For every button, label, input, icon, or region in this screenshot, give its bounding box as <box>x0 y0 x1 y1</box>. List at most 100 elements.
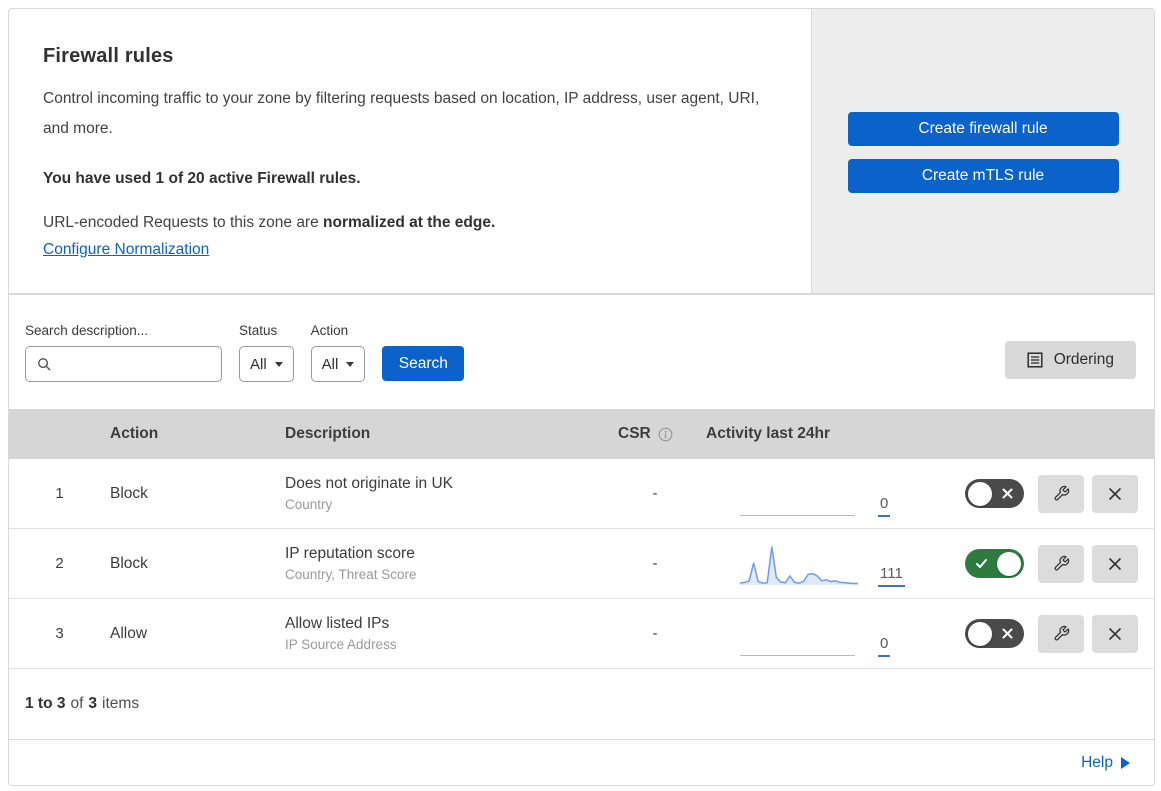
activity-sparkline <box>740 471 858 517</box>
configure-normalization-link[interactable]: Configure Normalization <box>43 241 209 259</box>
csr-header-label: CSR <box>618 425 651 442</box>
rule-activity-cell: 111 <box>700 541 930 587</box>
ordering-button[interactable]: Ordering <box>1004 341 1136 379</box>
rule-fields: Country <box>285 497 333 512</box>
status-filter-group: Status All <box>239 323 294 382</box>
activity-count-link[interactable]: 0 <box>878 496 891 517</box>
search-button[interactable]: Search <box>382 346 465 381</box>
rule-csr-value: - <box>652 555 658 572</box>
info-icon[interactable] <box>658 427 673 442</box>
rule-action: Allow <box>110 624 148 642</box>
rule-activity-cell: 0 <box>700 611 930 657</box>
create-firewall-rule-button[interactable]: Create firewall rule <box>847 112 1119 146</box>
pagination-total: 3 <box>88 695 98 712</box>
column-header-csr: CSR <box>610 425 700 443</box>
delete-rule-button[interactable] <box>1092 474 1138 513</box>
action-filter-group: Action All <box>310 323 366 382</box>
delete-rule-button[interactable] <box>1092 544 1138 583</box>
chevron-right-icon <box>1121 757 1130 769</box>
rule-action: Block <box>110 484 148 502</box>
rule-controls <box>930 474 1154 513</box>
edit-rule-button[interactable] <box>1038 614 1084 653</box>
rules-panel: Search description... Status All Action <box>8 294 1155 786</box>
search-input[interactable] <box>60 347 221 381</box>
table-body: 1 Block Does not originate in UK Country… <box>9 459 1154 669</box>
status-selected-value: All <box>250 355 267 373</box>
rule-enable-toggle[interactable] <box>965 619 1024 648</box>
toggle-knob <box>997 551 1021 576</box>
close-icon <box>1108 557 1122 570</box>
pagination-range: 1 to 3 <box>25 695 66 712</box>
rule-enable-toggle[interactable] <box>965 479 1024 508</box>
rule-csr-value: - <box>652 625 658 642</box>
x-icon <box>1002 628 1013 639</box>
delete-rule-button[interactable] <box>1092 614 1138 653</box>
toggle-knob <box>968 621 992 646</box>
pagination-of: of <box>70 695 84 712</box>
search-label: Search description... <box>25 323 149 338</box>
activity-count-link[interactable]: 111 <box>878 566 905 587</box>
edit-rule-button[interactable] <box>1038 544 1084 583</box>
usage-note: You have used 1 of 20 active Firewall ru… <box>43 170 361 187</box>
activity-sparkline <box>740 541 858 587</box>
column-header-description: Description <box>285 425 371 442</box>
edit-rule-button[interactable] <box>1038 474 1084 513</box>
rule-description: Does not originate in UK <box>285 475 454 492</box>
rule-fields: IP Source Address <box>285 637 397 652</box>
rule-action: Block <box>110 554 148 572</box>
column-header-activity: Activity last 24hr <box>706 425 831 442</box>
ordering-list-icon <box>1027 352 1043 368</box>
page-title: Firewall rules <box>43 45 174 67</box>
rule-activity-cell: 0 <box>700 471 930 517</box>
search-icon <box>38 357 51 371</box>
header-card: Firewall rules Control incoming traffic … <box>8 8 812 294</box>
rule-description: IP reputation score <box>285 545 415 562</box>
table-header: Action Description CSR Activity last 24h… <box>9 409 1154 459</box>
wrench-icon <box>1054 485 1069 501</box>
ordering-button-label: Ordering <box>1053 351 1114 368</box>
x-icon <box>1002 488 1013 499</box>
status-select[interactable]: All <box>239 346 294 382</box>
table-row: 1 Block Does not originate in UK Country… <box>9 459 1154 529</box>
filter-bar: Search description... Status All Action <box>9 295 1154 409</box>
action-label: Action <box>310 323 349 338</box>
rule-controls <box>930 614 1154 653</box>
create-mtls-rule-button[interactable]: Create mTLS rule <box>847 159 1119 193</box>
rule-enable-toggle[interactable] <box>965 549 1024 578</box>
rule-controls <box>930 544 1154 583</box>
action-selected-value: All <box>321 355 339 373</box>
column-header-action: Action <box>110 425 159 442</box>
search-group: Search description... <box>25 323 222 382</box>
action-select[interactable]: All <box>310 346 366 382</box>
toggle-knob <box>968 481 992 506</box>
help-bar: Help <box>9 740 1154 786</box>
help-link[interactable]: Help <box>1081 754 1130 772</box>
rule-description-cell: IP reputation score Country, Threat Scor… <box>285 545 610 582</box>
actions-panel: Create firewall rule Create mTLS rule <box>812 8 1155 294</box>
chevron-down-icon <box>346 361 355 367</box>
chevron-down-icon <box>274 361 283 367</box>
check-icon <box>976 559 987 568</box>
table-row: 2 Block IP reputation score Country, Thr… <box>9 529 1154 599</box>
rule-fields: Country, Threat Score <box>285 567 417 582</box>
rule-description-cell: Does not originate in UK Country <box>285 475 610 512</box>
pagination: 1 to 3 of 3 items <box>9 669 1154 740</box>
firewall-rules-page: Firewall rules Control incoming traffic … <box>0 0 1161 791</box>
normalization-note: URL-encoded Requests to this zone are no… <box>43 214 771 232</box>
status-label: Status <box>239 323 278 338</box>
rule-description-cell: Allow listed IPs IP Source Address <box>285 615 610 652</box>
wrench-icon <box>1054 555 1069 571</box>
rule-csr-value: - <box>652 485 658 502</box>
activity-sparkline <box>740 611 858 657</box>
table-row: 3 Allow Allow listed IPs IP Source Addre… <box>9 599 1154 669</box>
search-box <box>25 346 222 382</box>
close-icon <box>1108 487 1122 500</box>
activity-count-link[interactable]: 0 <box>878 636 891 657</box>
rule-priority: 2 <box>55 555 64 572</box>
page-description: Control incoming traffic to your zone by… <box>43 90 760 137</box>
rule-priority: 1 <box>55 485 64 502</box>
wrench-icon <box>1054 625 1069 641</box>
help-link-label: Help <box>1081 754 1113 771</box>
rule-description: Allow listed IPs <box>285 615 390 632</box>
rule-priority: 3 <box>55 625 64 642</box>
